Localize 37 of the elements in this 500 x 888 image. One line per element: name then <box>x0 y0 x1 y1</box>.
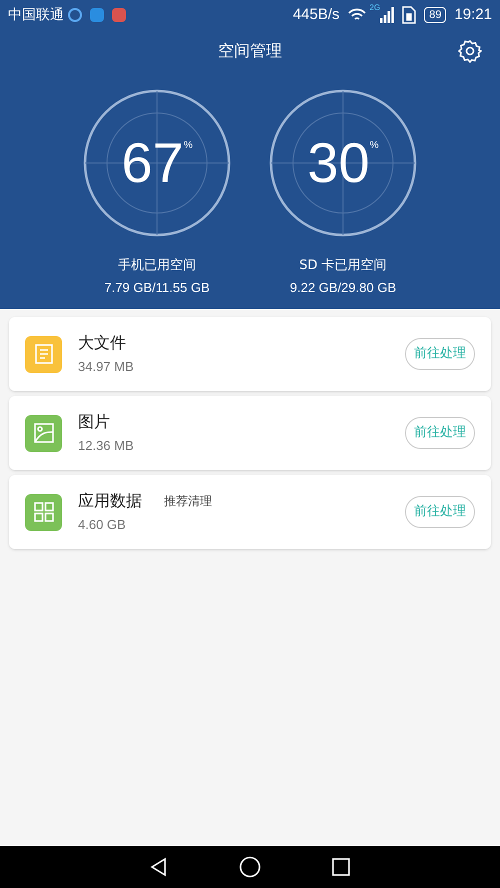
category-size: 4.60 GB <box>78 516 127 534</box>
usage-amount: 7.79 GB/11.55 GB <box>104 278 210 296</box>
signal-icon <box>380 7 394 23</box>
percent-sign: % <box>370 139 379 153</box>
storage-card[interactable]: 图片 12.36 MB 前往处理 <box>9 396 491 470</box>
home-icon[interactable] <box>239 856 261 878</box>
gauge-label: SD 卡已用空间 <box>299 257 387 275</box>
usage-amount: 9.22 GB/29.80 GB <box>290 278 396 296</box>
network-type: 2G <box>370 2 380 14</box>
sim-card-icon <box>402 6 416 24</box>
image-icon <box>32 422 54 444</box>
back-icon[interactable] <box>149 857 169 877</box>
category-name: 图片 <box>78 411 110 434</box>
usage-percent: 67 <box>121 135 184 191</box>
settings-icon[interactable] <box>458 39 482 63</box>
page-title: 空间管理 <box>218 40 282 62</box>
app-notification-icon <box>68 8 82 22</box>
category-size: 34.97 MB <box>78 358 135 376</box>
carrier-name: 中国联通 <box>8 6 64 24</box>
category-size: 12.36 MB <box>78 437 135 456</box>
gauge-label: 手机已用空间 <box>118 257 196 275</box>
category-name: 应用数据 <box>78 490 142 512</box>
percent-sign: % <box>184 139 193 153</box>
app-notification-icon <box>112 8 126 22</box>
recent-apps-icon[interactable] <box>331 857 351 877</box>
grid-icon <box>32 501 54 523</box>
document-icon <box>32 343 54 365</box>
clock: 19:21 <box>454 4 492 25</box>
network-speed: 445B/s <box>292 4 340 25</box>
category-name: 大文件 <box>78 332 126 354</box>
usage-percent: 30 <box>307 135 370 191</box>
battery-level: 89 <box>424 7 446 23</box>
chat-notification-icon <box>90 8 104 22</box>
storage-card[interactable]: 大文件 34.97 MB 前往处理 <box>9 317 491 391</box>
storage-card[interactable]: 应用数据 推荐清理 4.60 GB 前往处理 <box>9 475 491 549</box>
wifi-icon <box>348 8 366 22</box>
recommendation-label: 推荐清理 <box>164 493 212 510</box>
